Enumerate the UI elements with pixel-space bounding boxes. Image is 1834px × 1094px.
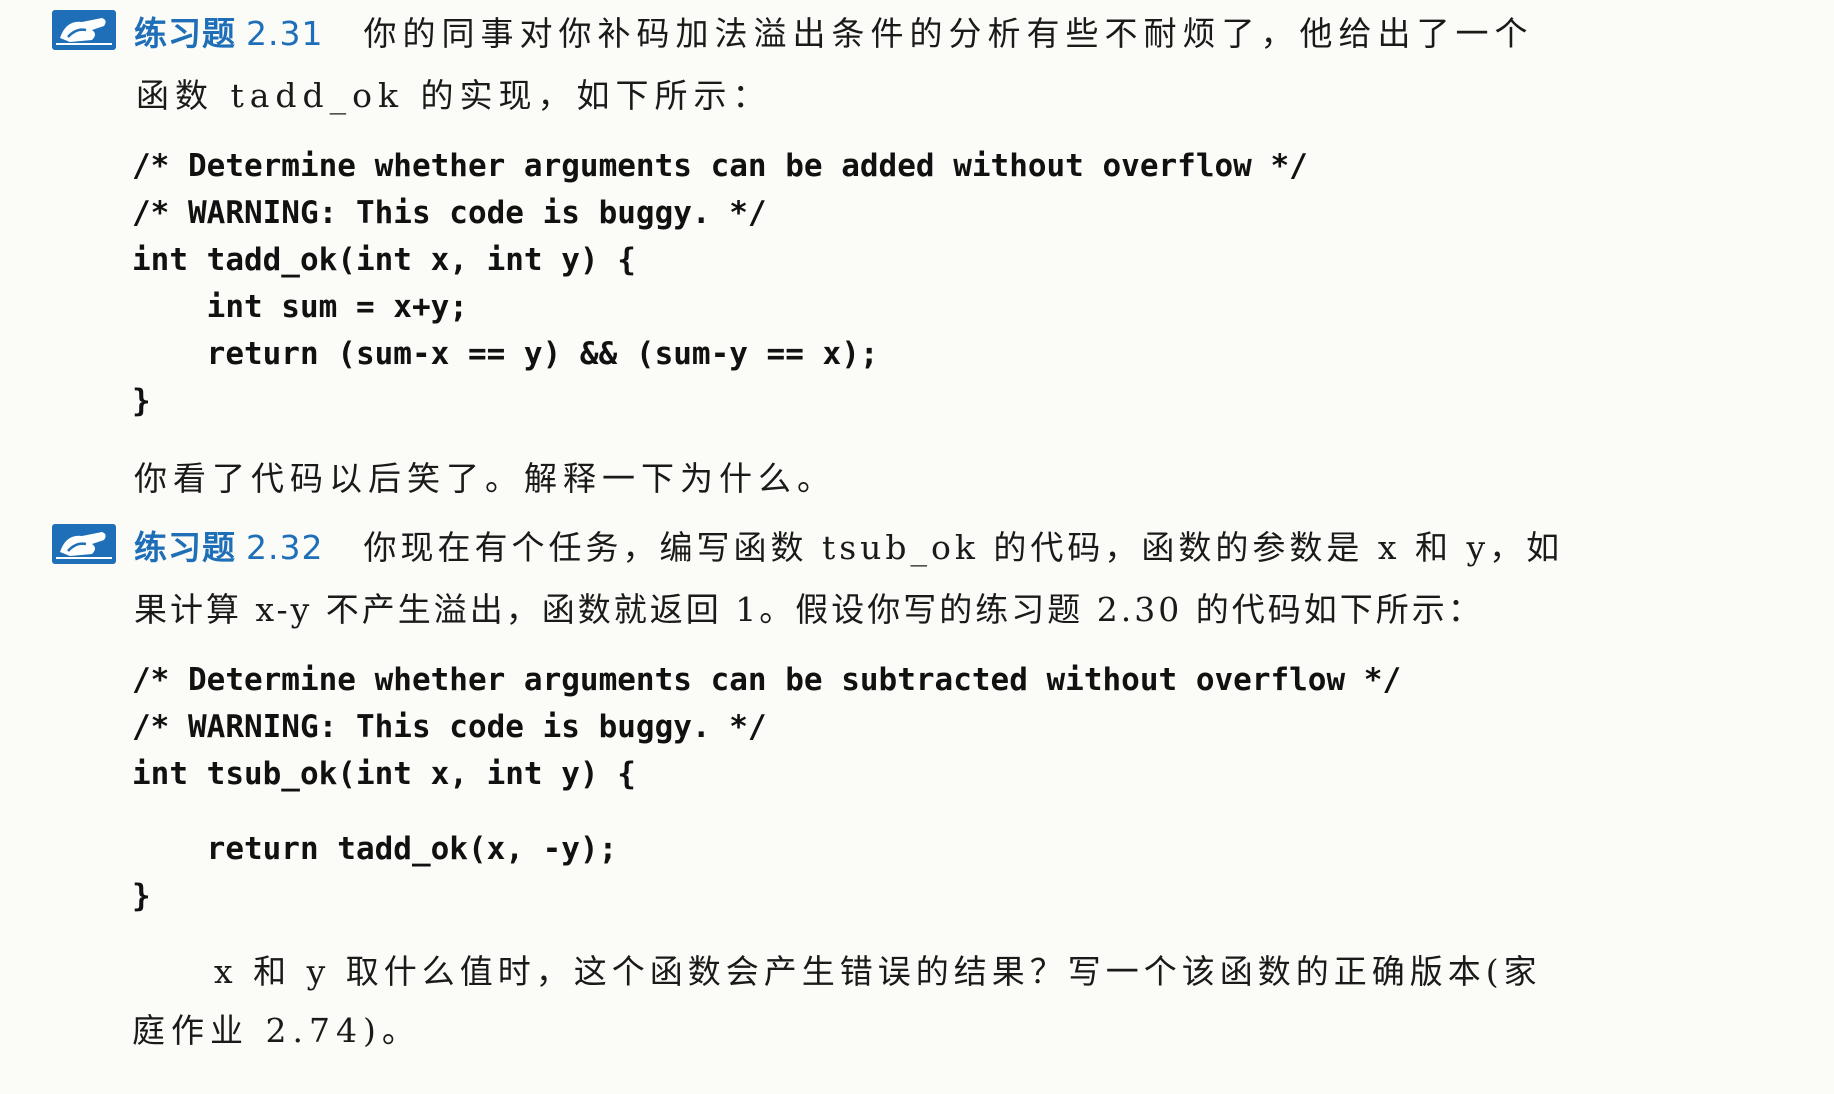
- exercise-2-32-followup-line1: x 和 y 取什么值时，这个函数会产生错误的结果？写一个该函数的正确版本(家: [214, 952, 1542, 991]
- code-line: }: [132, 383, 151, 419]
- code-line: /* Determine whether arguments can be su…: [132, 662, 1402, 698]
- exercise-label: 练习题 2.32: [134, 528, 324, 567]
- exercise-2-32-line2: 果计算 x-y 不产生溢出，函数就返回 1。假设你写的练习题 2.30 的代码如…: [134, 590, 1484, 629]
- code-line: int tadd_ok(int x, int y) {: [132, 242, 636, 278]
- code-line: return (sum-x == y) && (sum-y == x);: [132, 336, 879, 372]
- exercise-2-32-line1: 你现在有个任务，编写函数 tsub_ok 的代码，函数的参数是 x 和 y，如: [363, 528, 1564, 567]
- exercise-2-31-line2: 函数 tadd_ok 的实现，如下所示：: [136, 76, 772, 115]
- pencil-hand-icon: [52, 10, 116, 50]
- exercise-2-32-followup-line2: 庭作业 2.74)。: [132, 1011, 421, 1050]
- code-line: /* Determine whether arguments can be ad…: [132, 148, 1308, 184]
- code-line: /* WARNING: This code is buggy. */: [132, 709, 767, 745]
- pencil-hand-icon: [52, 524, 116, 564]
- code-line: int tsub_ok(int x, int y) {: [132, 756, 636, 792]
- exercise-number: 2.32: [246, 528, 324, 567]
- code-line: return tadd_ok(x, -y);: [132, 831, 618, 867]
- textbook-page: 练习题 2.31 你的同事对你补码加法溢出条件的分析有些不耐烦了，他给出了一个 函…: [0, 0, 1834, 1094]
- exercise-label: 练习题 2.31: [134, 14, 324, 53]
- exercise-number: 2.31: [246, 14, 324, 53]
- exercise-2-31-followup: 你看了代码以后笑了。解释一下为什么。: [134, 459, 836, 498]
- exercise-2-32-header: 练习题 2.32 你现在有个任务，编写函数 tsub_ok 的代码，函数的参数是 …: [52, 524, 1563, 572]
- code-line: int sum = x+y;: [132, 289, 468, 325]
- code-block-tsub-ok: /* Determine whether arguments can be su…: [132, 657, 1401, 920]
- code-line: }: [132, 878, 151, 914]
- exercise-2-31-line1: 你的同事对你补码加法溢出条件的分析有些不耐烦了，他给出了一个: [363, 14, 1534, 53]
- code-line: /* WARNING: This code is buggy. */: [132, 195, 767, 231]
- exercise-2-31-header: 练习题 2.31 你的同事对你补码加法溢出条件的分析有些不耐烦了，他给出了一个: [52, 10, 1533, 58]
- code-block-tadd-ok: /* Determine whether arguments can be ad…: [132, 143, 1308, 425]
